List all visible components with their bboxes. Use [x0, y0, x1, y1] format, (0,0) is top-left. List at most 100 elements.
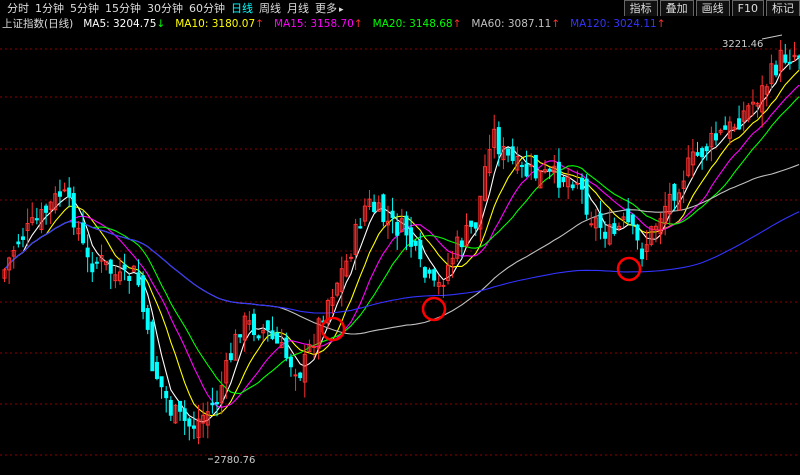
- legend-ma10: MA10: 3180.07↑: [175, 17, 264, 31]
- candle-down: [390, 210, 395, 218]
- mark-button[interactable]: 标记: [766, 0, 800, 16]
- candle-down: [510, 146, 515, 161]
- tab-daily[interactable]: 日线: [228, 1, 256, 18]
- arrow-down-icon: ↓: [156, 18, 166, 30]
- arrow-up-icon: ↑: [353, 18, 363, 30]
- candle-down: [90, 263, 95, 273]
- candle-down: [395, 221, 400, 236]
- candle-down: [178, 400, 183, 412]
- candle-down: [44, 205, 49, 213]
- legend-ma20: MA20: 3148.68↑: [373, 17, 462, 31]
- highlight-circle: [320, 316, 346, 342]
- candle-down: [404, 215, 409, 236]
- chevron-right-icon: ▸: [339, 5, 344, 15]
- candle-down: [506, 148, 511, 156]
- tab-fenshi[interactable]: 分时: [4, 1, 32, 18]
- overlay-button[interactable]: 叠加: [659, 0, 694, 16]
- period-tabs: 分时 1分钟 5分钟 15分钟 30分钟 60分钟 日线 周线 月线 更多 ▸: [4, 1, 347, 18]
- high-pointer-line: [761, 34, 783, 40]
- candle-down: [524, 163, 529, 177]
- candle-down: [584, 178, 589, 215]
- tab-5min[interactable]: 5分钟: [67, 1, 102, 18]
- tab-15min[interactable]: 15分钟: [102, 1, 144, 18]
- candle-down: [787, 61, 792, 64]
- candle-down: [556, 161, 561, 188]
- right-buttons: 指标 叠加 画线 F10 标记: [622, 0, 800, 16]
- candle-up: [293, 374, 298, 377]
- candle-down: [372, 201, 377, 213]
- candle-down: [71, 193, 76, 228]
- tab-monthly[interactable]: 月线: [284, 1, 312, 18]
- arrow-up-icon: ↑: [255, 18, 264, 30]
- high-price-label: 3221.46: [722, 39, 763, 50]
- candle-down: [630, 214, 635, 226]
- candle-down: [67, 187, 72, 198]
- ma10-line: [4, 69, 800, 417]
- kline-chart[interactable]: 3221.46 2780.76: [0, 32, 800, 475]
- candle-down: [182, 408, 187, 422]
- candle-down: [122, 264, 127, 270]
- tab-weekly[interactable]: 周线: [256, 1, 284, 18]
- candle-down: [561, 177, 566, 183]
- legend-ma120-label: MA120: 3024.11: [570, 18, 657, 30]
- draw-line-button[interactable]: 画线: [695, 0, 730, 16]
- arrow-up-icon: ↑: [656, 18, 666, 30]
- candle-down: [783, 54, 788, 63]
- candle-down: [168, 399, 173, 416]
- candle-down: [469, 220, 474, 227]
- tab-60min[interactable]: 60分钟: [186, 1, 228, 18]
- candle-down: [238, 334, 243, 338]
- legend-ma60-label: MA60: 3087.11: [471, 18, 552, 30]
- kline-svg[interactable]: 3221.46 2780.76: [0, 32, 800, 475]
- candle-down: [427, 269, 432, 274]
- highlight-circle: [616, 256, 642, 282]
- candle-down: [210, 402, 215, 406]
- candlesticks: [2, 39, 800, 445]
- highlight-circle: [421, 296, 447, 322]
- legend-ma120: MA120: 3024.11↑: [570, 17, 665, 31]
- candle-down: [635, 224, 640, 241]
- tab-more[interactable]: 更多 ▸: [312, 1, 347, 18]
- legend-ma5: MA5: 3204.75↓: [83, 17, 165, 31]
- candle-down: [422, 267, 427, 278]
- candle-down: [275, 332, 280, 344]
- candle-down: [57, 191, 62, 197]
- tab-1min[interactable]: 1分钟: [32, 1, 67, 18]
- candle-down: [150, 321, 155, 372]
- candle-down: [640, 248, 645, 260]
- candle-down: [265, 320, 270, 331]
- candle-down: [159, 376, 164, 388]
- candle-down: [432, 269, 437, 281]
- candle-down: [672, 183, 677, 201]
- candle-down: [381, 194, 386, 223]
- candle-down: [270, 330, 275, 339]
- candle-down: [228, 353, 233, 361]
- candle-down: [145, 308, 150, 330]
- candle-up: [575, 182, 580, 185]
- candle-down: [409, 227, 414, 247]
- tab-30min[interactable]: 30分钟: [144, 1, 186, 18]
- candle-down: [774, 64, 779, 76]
- candle-down: [191, 425, 196, 429]
- candle-up: [589, 223, 594, 226]
- toolbar: 分时 1分钟 5分钟 15分钟 30分钟 60分钟 日线 周线 月线 更多 ▸ 指…: [0, 0, 800, 17]
- candle-up: [349, 256, 353, 259]
- ma5-line: [4, 57, 800, 423]
- candle-down: [519, 164, 524, 167]
- f10-button[interactable]: F10: [731, 0, 764, 16]
- candle-down: [533, 154, 538, 179]
- candle-down: [603, 231, 608, 239]
- candle-down: [94, 261, 99, 264]
- ma-legend: 上证指数(日线) MA5: 3204.75↓ MA10: 3180.07↑ MA…: [2, 17, 666, 31]
- candle-down: [704, 146, 709, 152]
- candle-down: [713, 133, 718, 141]
- indicator-button[interactable]: 指标: [623, 0, 658, 16]
- ma15-line: [4, 84, 800, 408]
- legend-ma5-label: MA5: 3204.75: [83, 18, 157, 30]
- candle-up: [529, 164, 534, 167]
- candle-down: [108, 259, 113, 274]
- candle-down: [358, 226, 363, 229]
- candle-up: [62, 189, 67, 192]
- candle-down: [288, 356, 293, 368]
- candle-down: [547, 168, 552, 172]
